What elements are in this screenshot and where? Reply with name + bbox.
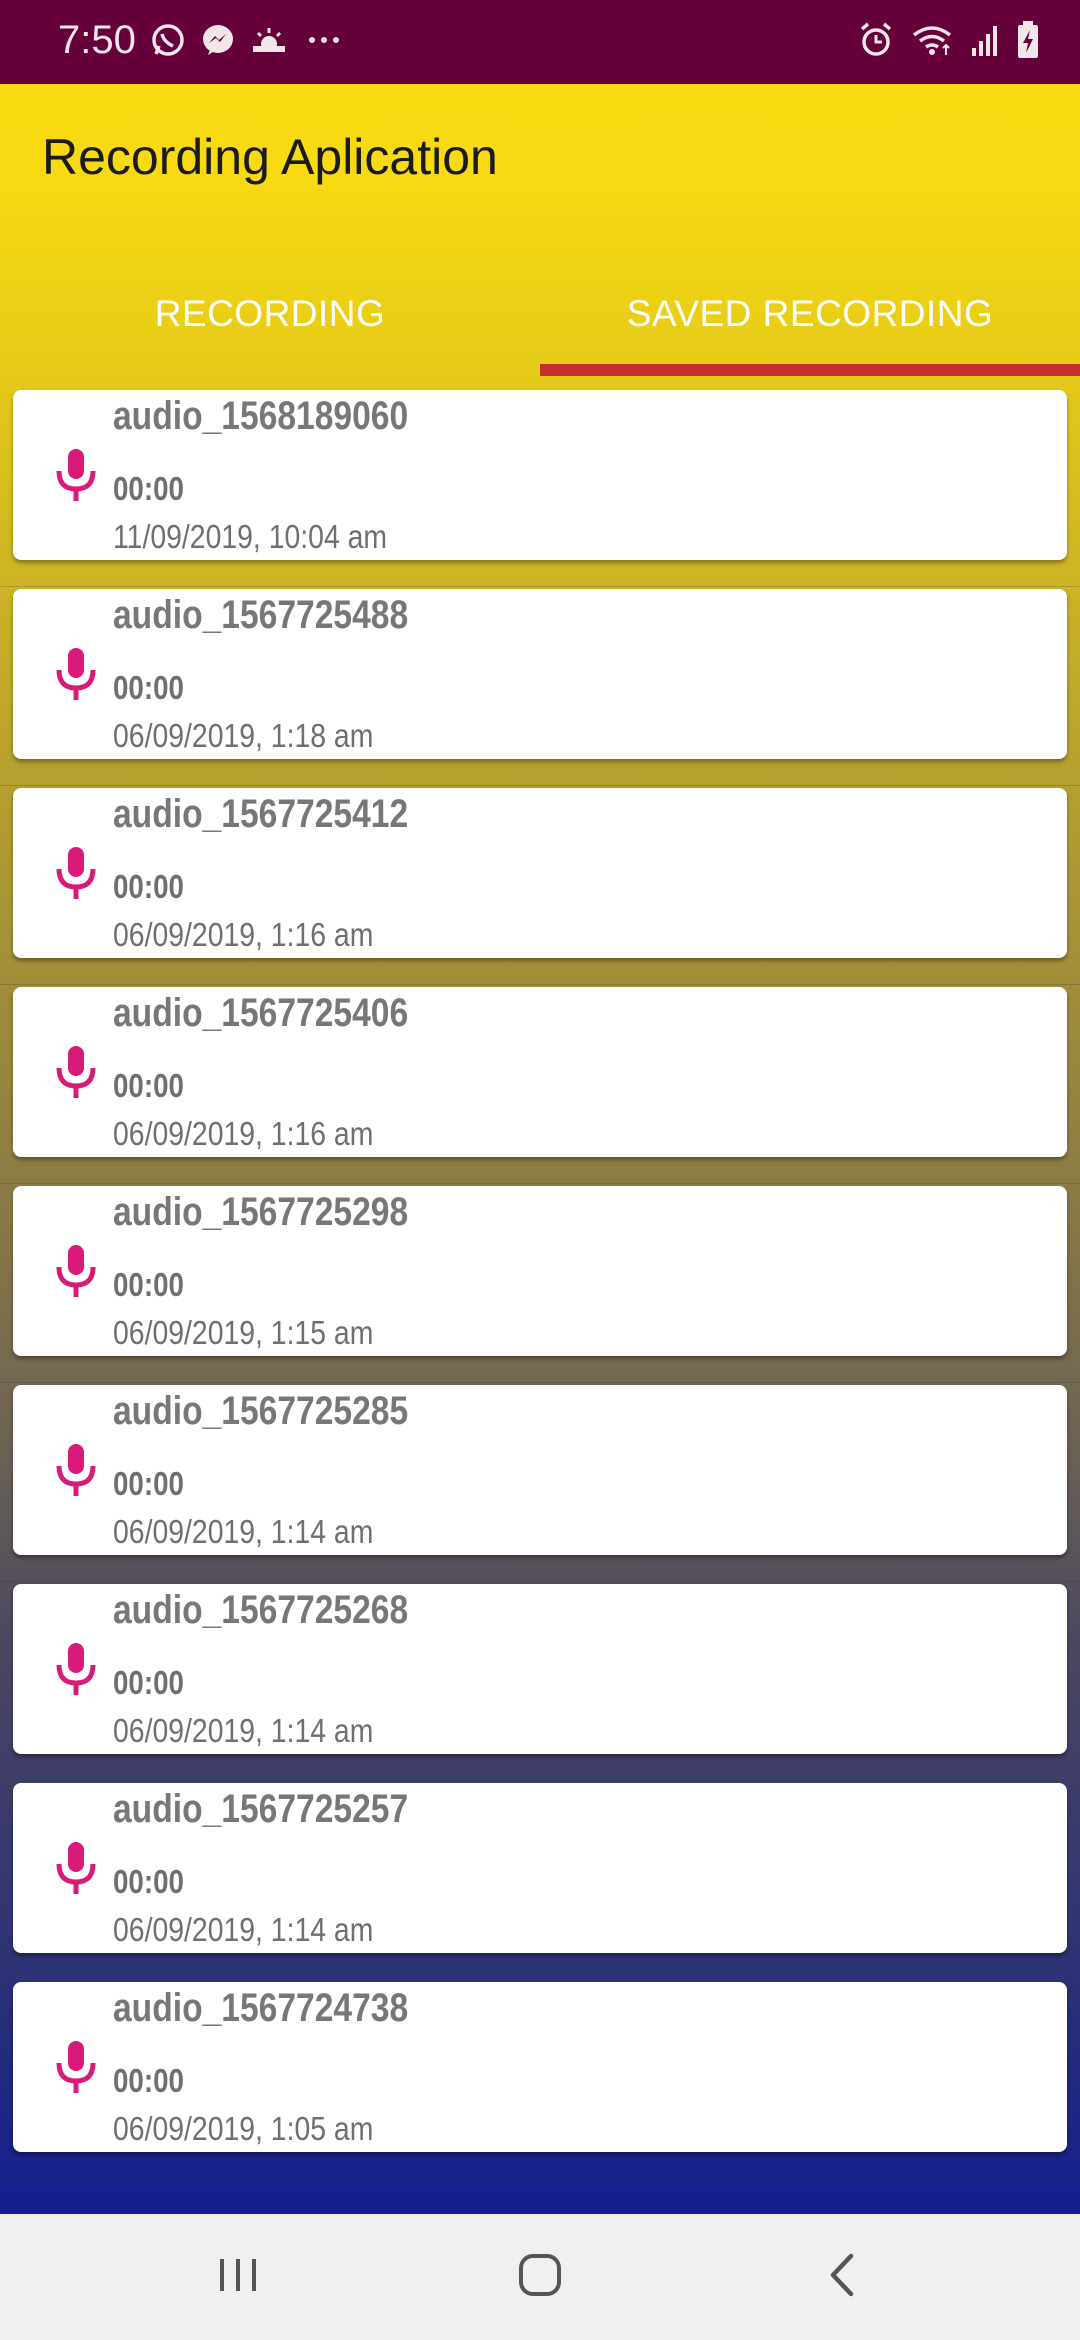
recording-card[interactable]: audio_1567725406 00:00 06/09/2019, 1:16 am (13, 987, 1067, 1157)
navigation-bar (0, 2214, 1080, 2340)
recording-name: audio_1567725268 (113, 1588, 409, 1632)
recording-row: audio_1567725488 00:00 06/09/2019, 1:18 am (0, 587, 1080, 786)
status-bar: 7:50 (0, 0, 1080, 84)
back-button[interactable] (752, 2214, 932, 2340)
recording-date: 06/09/2019, 1:05 am (113, 2110, 374, 2147)
tab-saved-recording[interactable]: SAVED RECORDING (540, 250, 1080, 378)
recording-duration: 00:00 (113, 1266, 184, 1303)
recording-name: audio_1567725406 (113, 991, 409, 1035)
recording-card[interactable]: audio_1567725257 00:00 06/09/2019, 1:14 am (13, 1783, 1067, 1953)
home-icon (517, 2252, 563, 2303)
recording-duration: 00:00 (113, 1664, 184, 1701)
recording-name: audio_1567725285 (113, 1389, 409, 1433)
recents-icon (216, 2255, 260, 2300)
signal-icon (970, 22, 1000, 58)
wifi-icon (910, 21, 954, 59)
recording-name: audio_1567725488 (113, 593, 409, 637)
recording-date: 06/09/2019, 1:14 am (113, 1712, 374, 1749)
recording-row: audio_1567725257 00:00 06/09/2019, 1:14 am (0, 1781, 1080, 1980)
alarm-icon (858, 21, 894, 59)
home-button[interactable] (450, 2214, 630, 2340)
microphone-icon (53, 845, 99, 905)
recording-date: 06/09/2019, 1:18 am (113, 717, 374, 754)
recents-button[interactable] (148, 2214, 328, 2340)
system-icons (858, 20, 1040, 60)
recording-row: audio_1568189060 00:00 11/09/2019, 10:04 a… (0, 388, 1080, 587)
recording-duration: 00:00 (113, 1067, 184, 1104)
recording-card[interactable]: audio_1567725412 00:00 06/09/2019, 1:16 am (13, 788, 1067, 958)
recording-name: audio_1568189060 (113, 394, 409, 438)
more-dots-icon (302, 22, 346, 58)
back-icon (827, 2252, 857, 2303)
recording-card[interactable]: audio_1567725488 00:00 06/09/2019, 1:18 am (13, 589, 1067, 759)
recording-row: audio_1567725285 00:00 06/09/2019, 1:14 am (0, 1383, 1080, 1582)
microphone-icon (53, 1044, 99, 1104)
recording-card[interactable]: audio_1567725268 00:00 06/09/2019, 1:14 am (13, 1584, 1067, 1754)
recording-date: 06/09/2019, 1:14 am (113, 1911, 374, 1948)
recording-row: audio_1567725298 00:00 06/09/2019, 1:15 am (0, 1184, 1080, 1383)
recording-date: 06/09/2019, 1:15 am (113, 1314, 374, 1351)
weather-icon (250, 22, 288, 58)
microphone-icon (53, 2039, 99, 2099)
whatsapp-icon (150, 22, 186, 58)
recording-card[interactable]: audio_1567725285 00:00 06/09/2019, 1:14 am (13, 1385, 1067, 1555)
messenger-icon (200, 22, 236, 58)
recording-card[interactable]: audio_1568189060 00:00 11/09/2019, 10:04 a… (13, 390, 1067, 560)
recording-duration: 00:00 (113, 868, 184, 905)
microphone-icon (53, 1442, 99, 1502)
tab-indicator (540, 364, 1080, 376)
battery-charging-icon (1016, 20, 1040, 60)
recording-duration: 00:00 (113, 470, 184, 507)
recording-name: audio_1567725257 (113, 1787, 409, 1831)
status-time: 7:50 (58, 18, 136, 62)
microphone-icon (53, 447, 99, 507)
recording-name: audio_1567724738 (113, 1986, 409, 2030)
recordings-list[interactable]: audio_1568189060 00:00 11/09/2019, 10:04 a… (0, 388, 1080, 2179)
recording-date: 06/09/2019, 1:16 am (113, 916, 374, 953)
recording-card[interactable]: audio_1567724738 00:00 06/09/2019, 1:05 am (13, 1982, 1067, 2152)
microphone-icon (53, 1641, 99, 1701)
recording-row: audio_1567724738 00:00 06/09/2019, 1:05 am (0, 1980, 1080, 2179)
recording-row: audio_1567725268 00:00 06/09/2019, 1:14 am (0, 1582, 1080, 1781)
microphone-icon (53, 1840, 99, 1900)
app-title: Recording Aplication (42, 129, 498, 185)
recording-date: 06/09/2019, 1:16 am (113, 1115, 374, 1152)
recording-date: 11/09/2019, 10:04 am (113, 518, 388, 555)
recording-row: audio_1567725412 00:00 06/09/2019, 1:16 am (0, 786, 1080, 985)
microphone-icon (53, 646, 99, 706)
recording-duration: 00:00 (113, 2062, 184, 2099)
recording-name: audio_1567725298 (113, 1190, 409, 1234)
microphone-icon (53, 1243, 99, 1303)
recording-duration: 00:00 (113, 1465, 184, 1502)
recording-row: audio_1567725406 00:00 06/09/2019, 1:16 am (0, 985, 1080, 1184)
recording-card[interactable]: audio_1567725298 00:00 06/09/2019, 1:15 am (13, 1186, 1067, 1356)
recording-date: 06/09/2019, 1:14 am (113, 1513, 374, 1550)
notification-icons (150, 22, 346, 58)
recording-name: audio_1567725412 (113, 792, 409, 836)
recording-duration: 00:00 (113, 669, 184, 706)
tab-recording[interactable]: RECORDING (0, 250, 540, 378)
tab-bar: RECORDING SAVED RECORDING (0, 250, 1080, 378)
recording-duration: 00:00 (113, 1863, 184, 1900)
